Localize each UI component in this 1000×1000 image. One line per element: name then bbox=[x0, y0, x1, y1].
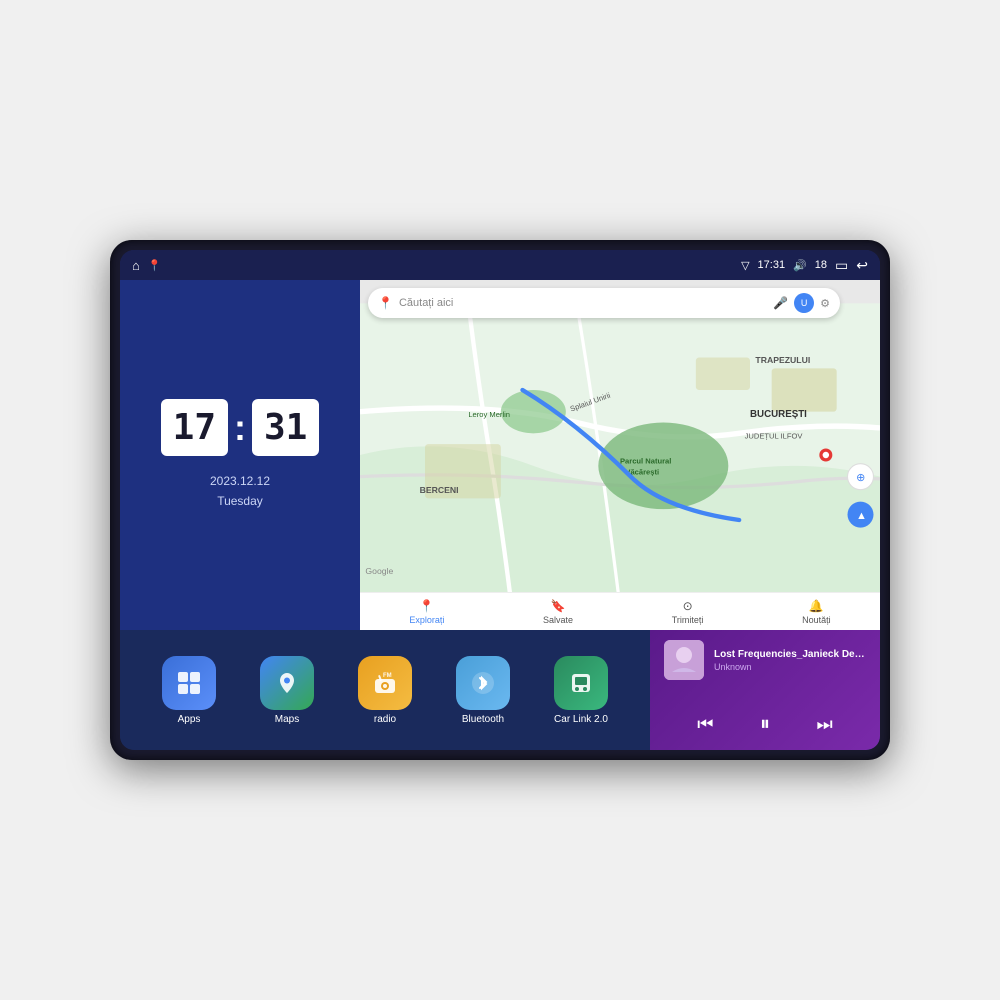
explore-icon: 📍 bbox=[419, 599, 434, 613]
map-search-placeholder: Căutați aici bbox=[399, 297, 767, 309]
media-artist: Unknown bbox=[714, 662, 866, 672]
map-nav-saved-label: Salvate bbox=[543, 615, 573, 625]
map-nav-explore-label: Explorați bbox=[409, 615, 444, 625]
volume-icon: 🔊 bbox=[793, 259, 807, 272]
media-next-button[interactable]: ⏭ bbox=[809, 710, 841, 739]
map-content: TRAPEZULUI BUCUREȘTI JUDEȚUL ILFOV BERCE… bbox=[360, 280, 880, 630]
settings-icon[interactable]: ⚙ bbox=[820, 297, 830, 310]
svg-text:BERCENI: BERCENI bbox=[420, 485, 459, 495]
bluetooth-label: Bluetooth bbox=[462, 714, 504, 725]
apps-label: Apps bbox=[178, 714, 201, 725]
media-title: Lost Frequencies_Janieck Devy-... bbox=[714, 649, 866, 660]
news-icon: 🔔 bbox=[809, 599, 824, 613]
clock-date-line1: 2023.12.12 bbox=[210, 472, 270, 491]
map-svg: TRAPEZULUI BUCUREȘTI JUDEȚUL ILFOV BERCE… bbox=[360, 280, 880, 630]
svg-text:Google: Google bbox=[365, 566, 393, 576]
device-screen: ⌂ 📍 ▽ 17:31 🔊 18 ▭ ↩ 17 : bbox=[120, 250, 880, 750]
bottom-section: Apps Maps bbox=[120, 630, 880, 750]
home-icon[interactable]: ⌂ bbox=[132, 258, 140, 273]
main-content: 17 : 31 2023.12.12 Tuesday bbox=[120, 280, 880, 750]
app-icon-maps[interactable]: Maps bbox=[260, 656, 314, 725]
carlink-label: Car Link 2.0 bbox=[554, 714, 608, 725]
map-nav-news-label: Noutăți bbox=[802, 615, 831, 625]
svg-text:▲: ▲ bbox=[856, 510, 867, 522]
app-icon-apps[interactable]: Apps bbox=[162, 656, 216, 725]
status-bar: ⌂ 📍 ▽ 17:31 🔊 18 ▭ ↩ bbox=[120, 250, 880, 280]
map-widget[interactable]: TRAPEZULUI BUCUREȘTI JUDEȚUL ILFOV BERCE… bbox=[360, 280, 880, 630]
carlink-icon bbox=[554, 656, 608, 710]
top-section: 17 : 31 2023.12.12 Tuesday bbox=[120, 280, 880, 630]
maps-label: Maps bbox=[275, 714, 299, 725]
bluetooth-icon-circle bbox=[456, 656, 510, 710]
status-time: 17:31 bbox=[758, 259, 786, 271]
maps-nav-icon[interactable]: 📍 bbox=[148, 259, 162, 272]
svg-text:Leroy Merlin: Leroy Merlin bbox=[468, 410, 510, 419]
media-top: Lost Frequencies_Janieck Devy-... Unknow… bbox=[664, 640, 866, 680]
media-play-pause-button[interactable]: ⏸ bbox=[752, 709, 778, 740]
car-display-device: ⌂ 📍 ▽ 17:31 🔊 18 ▭ ↩ 17 : bbox=[110, 240, 890, 760]
media-thumbnail bbox=[664, 640, 704, 680]
status-right-info: ▽ 17:31 🔊 18 ▭ ↩ bbox=[741, 257, 868, 274]
mic-icon[interactable]: 🎤 bbox=[773, 296, 788, 310]
media-player: Lost Frequencies_Janieck Devy-... Unknow… bbox=[650, 630, 880, 750]
map-search-bar[interactable]: 📍 Căutați aici 🎤 U ⚙ bbox=[368, 288, 840, 318]
app-icons-area: Apps Maps bbox=[120, 630, 650, 750]
media-info: Lost Frequencies_Janieck Devy-... Unknow… bbox=[714, 649, 866, 672]
clock-display: 17 : 31 bbox=[161, 399, 320, 456]
app-icon-carlink[interactable]: Car Link 2.0 bbox=[554, 656, 608, 725]
map-bottom-nav: 📍 Explorați 🔖 Salvate ⊙ Trimiteți bbox=[360, 592, 880, 630]
maps-icon bbox=[260, 656, 314, 710]
status-left-icons: ⌂ 📍 bbox=[132, 258, 162, 273]
app-icon-bluetooth[interactable]: Bluetooth bbox=[456, 656, 510, 725]
clock-colon: : bbox=[234, 407, 246, 449]
svg-text:⊕: ⊕ bbox=[856, 472, 865, 484]
back-icon[interactable]: ↩ bbox=[856, 257, 868, 274]
svg-text:FM: FM bbox=[383, 673, 392, 679]
radio-icon: FM bbox=[358, 656, 412, 710]
clock-widget: 17 : 31 2023.12.12 Tuesday bbox=[120, 280, 360, 630]
clock-date: 2023.12.12 Tuesday bbox=[210, 472, 270, 510]
user-avatar[interactable]: U bbox=[794, 293, 814, 313]
media-prev-button[interactable]: ⏮ bbox=[689, 710, 721, 739]
clock-date-line2: Tuesday bbox=[210, 492, 270, 511]
app-icon-radio[interactable]: FM radio bbox=[358, 656, 412, 725]
map-nav-send[interactable]: ⊙ Trimiteți bbox=[672, 599, 704, 625]
map-nav-send-label: Trimiteți bbox=[672, 615, 704, 625]
apps-icon bbox=[162, 656, 216, 710]
svg-text:TRAPEZULUI: TRAPEZULUI bbox=[755, 355, 810, 365]
clock-minute: 31 bbox=[252, 399, 319, 456]
map-nav-saved[interactable]: 🔖 Salvate bbox=[543, 599, 573, 625]
media-controls: ⏮ ⏸ ⏭ bbox=[664, 709, 866, 740]
clock-hour: 17 bbox=[161, 399, 228, 456]
svg-text:BUCUREȘTI: BUCUREȘTI bbox=[750, 409, 807, 420]
saved-icon: 🔖 bbox=[551, 599, 566, 613]
send-icon: ⊙ bbox=[683, 599, 693, 613]
battery-icon: ▭ bbox=[835, 257, 848, 274]
map-nav-news[interactable]: 🔔 Noutăți bbox=[802, 599, 831, 625]
map-nav-explore[interactable]: 📍 Explorați bbox=[409, 599, 444, 625]
radio-label: radio bbox=[374, 714, 396, 725]
map-pin-icon: 📍 bbox=[378, 296, 393, 310]
battery-level: 18 bbox=[815, 259, 827, 271]
signal-icon: ▽ bbox=[741, 259, 749, 272]
svg-text:Parcul Natural: Parcul Natural bbox=[620, 457, 671, 466]
svg-text:JUDEȚUL ILFOV: JUDEȚUL ILFOV bbox=[745, 432, 804, 441]
